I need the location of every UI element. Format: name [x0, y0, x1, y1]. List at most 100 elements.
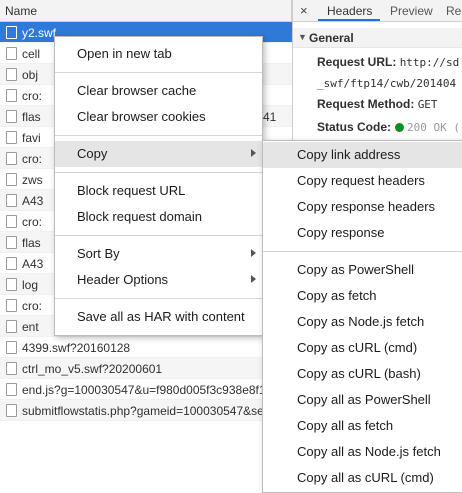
menu-item-copy-all-as-curl-cmd[interactable]: Copy all as cURL (cmd)	[263, 465, 462, 491]
request-name: ent	[22, 320, 39, 334]
menu-item-open-in-new-tab[interactable]: Open in new tab	[55, 41, 262, 67]
menu-item-label: Copy as fetch	[297, 288, 377, 303]
file-icon	[6, 173, 17, 186]
submenu-arrow-icon	[251, 275, 256, 283]
menu-item-header-options[interactable]: Header Options	[55, 267, 262, 293]
menu-separator	[55, 72, 262, 73]
details-tabbar: × Headers Preview Re	[293, 0, 462, 22]
menu-separator	[55, 172, 262, 173]
menu-item-copy-link-address[interactable]: Copy link address	[263, 142, 462, 168]
tab-response[interactable]: Re	[446, 4, 461, 18]
request-row[interactable]: ctrl_mo_v5.swf?20200601	[0, 358, 292, 379]
request-name: cell	[22, 47, 41, 61]
request-name: end.js?g=100030547&u=f980d005f3c938e8f1	[22, 383, 266, 397]
file-icon	[6, 278, 17, 291]
menu-item-clear-browser-cache[interactable]: Clear browser cache	[55, 78, 262, 104]
request-name: ctrl_mo_v5.swf?20200601	[22, 362, 163, 376]
general-section-label: General	[309, 31, 354, 45]
menu-item-sort-by[interactable]: Sort By	[55, 241, 262, 267]
request-name: cro:	[22, 215, 43, 229]
file-icon	[6, 68, 17, 81]
request-method-key: Request Method:	[317, 97, 415, 111]
tab-headers[interactable]: Headers	[327, 4, 372, 18]
request-name: cro:	[22, 152, 43, 166]
menu-item-label: Copy response	[297, 225, 385, 240]
menu-item-block-request-url[interactable]: Block request URL	[55, 178, 262, 204]
menu-item-copy-as-nodejs-fetch[interactable]: Copy as Node.js fetch	[263, 309, 462, 335]
menu-separator	[55, 135, 262, 136]
menu-item-label: Copy response headers	[297, 199, 436, 214]
active-tab-indicator	[318, 19, 380, 21]
menu-item-copy-as-curl-bash[interactable]: Copy as cURL (bash)	[263, 361, 462, 387]
name-column-label: Name	[5, 4, 38, 18]
request-name: favi	[22, 131, 41, 145]
menu-item-label: Block request URL	[77, 183, 186, 198]
request-row[interactable]: end.js?g=100030547&u=f980d005f3c938e8f1	[0, 379, 292, 400]
menu-item-clear-browser-cookies[interactable]: Clear browser cookies	[55, 104, 262, 130]
menu-item-label: Copy request headers	[297, 173, 425, 188]
menu-item-label: Copy all as Node.js fetch	[297, 444, 441, 459]
menu-item-copy-as-curl-cmd[interactable]: Copy as cURL (cmd)	[263, 335, 462, 361]
file-icon	[6, 299, 17, 312]
menu-item-copy-all-as-powershell[interactable]: Copy all as PowerShell	[263, 387, 462, 413]
menu-separator	[55, 298, 262, 299]
request-url-value-continued: _swf/ftp14/cwb/201404	[317, 77, 457, 90]
request-row[interactable]: submitflowstatis.php?gameid=100030547&se	[0, 400, 292, 421]
menu-item-label: Copy as PowerShell	[297, 262, 415, 277]
request-name: A43	[22, 194, 44, 208]
request-name: submitflowstatis.php?gameid=100030547&se	[22, 404, 264, 418]
menu-item-copy-request-headers[interactable]: Copy request headers	[263, 168, 462, 194]
request-url-key: Request URL:	[317, 55, 397, 69]
menu-item-label: Block request domain	[77, 209, 203, 224]
menu-item-label: Sort By	[77, 246, 120, 261]
menu-item-label: Copy as cURL (bash)	[297, 366, 421, 381]
request-name: y2.swf	[22, 26, 57, 40]
menu-item-label: Copy as cURL (cmd)	[297, 340, 418, 355]
file-icon	[6, 320, 17, 333]
file-icon	[6, 131, 17, 144]
status-code-value: 200 OK (	[407, 121, 460, 134]
menu-item-copy-as-powershell[interactable]: Copy as PowerShell	[263, 257, 462, 283]
file-icon	[6, 236, 17, 249]
request-name: flas	[22, 110, 41, 124]
general-section-header[interactable]: ▼ General	[293, 28, 462, 48]
request-url-value: http://sd	[399, 56, 460, 69]
request-name: A43	[22, 257, 44, 271]
menu-item-label: Copy all as fetch	[297, 418, 394, 433]
request-name: cro:	[22, 89, 43, 103]
request-name: obj	[22, 68, 39, 82]
menu-item-copy-all-as-fetch[interactable]: Copy all as fetch	[263, 413, 462, 439]
status-code-key: Status Code:	[317, 120, 392, 134]
file-icon	[6, 404, 17, 417]
menu-item-save-all-as-har[interactable]: Save all as HAR with content	[55, 304, 262, 330]
menu-separator	[263, 251, 462, 252]
menu-item-copy-all-as-nodejs-fetch[interactable]: Copy all as Node.js fetch	[263, 439, 462, 465]
file-icon	[6, 362, 17, 375]
menu-item-label: Header Options	[77, 272, 169, 287]
file-icon	[6, 194, 17, 207]
menu-item-block-request-domain[interactable]: Block request domain	[55, 204, 262, 230]
status-ok-dot-icon	[395, 123, 405, 132]
menu-item-copy-response-headers[interactable]: Copy response headers	[263, 194, 462, 220]
tab-preview[interactable]: Preview	[390, 4, 433, 18]
file-icon	[6, 215, 17, 228]
request-name-suffix: 41	[263, 110, 277, 124]
copy-submenu: Copy link address Copy request headers C…	[262, 140, 462, 493]
menu-item-label: Copy	[77, 146, 108, 161]
menu-item-copy-as-fetch[interactable]: Copy as fetch	[263, 283, 462, 309]
file-icon	[6, 152, 17, 165]
request-url-row: Request URL: http://sd	[317, 55, 459, 69]
request-url-continued: _swf/ftp14/cwb/201404	[317, 76, 456, 90]
menu-item-label: Open in new tab	[77, 46, 172, 61]
close-icon[interactable]: ×	[300, 3, 308, 18]
submenu-arrow-icon	[251, 249, 256, 257]
menu-item-copy[interactable]: Copy	[55, 141, 262, 167]
request-name: zws	[22, 173, 43, 187]
menu-item-label: Copy all as PowerShell	[297, 392, 431, 407]
submenu-arrow-icon	[251, 149, 256, 157]
menu-item-copy-response[interactable]: Copy response	[263, 220, 462, 246]
file-icon	[6, 47, 17, 60]
request-row[interactable]: 4399.swf?20160128	[0, 337, 292, 358]
name-column-header[interactable]: Name	[0, 0, 292, 22]
file-icon	[6, 110, 17, 123]
